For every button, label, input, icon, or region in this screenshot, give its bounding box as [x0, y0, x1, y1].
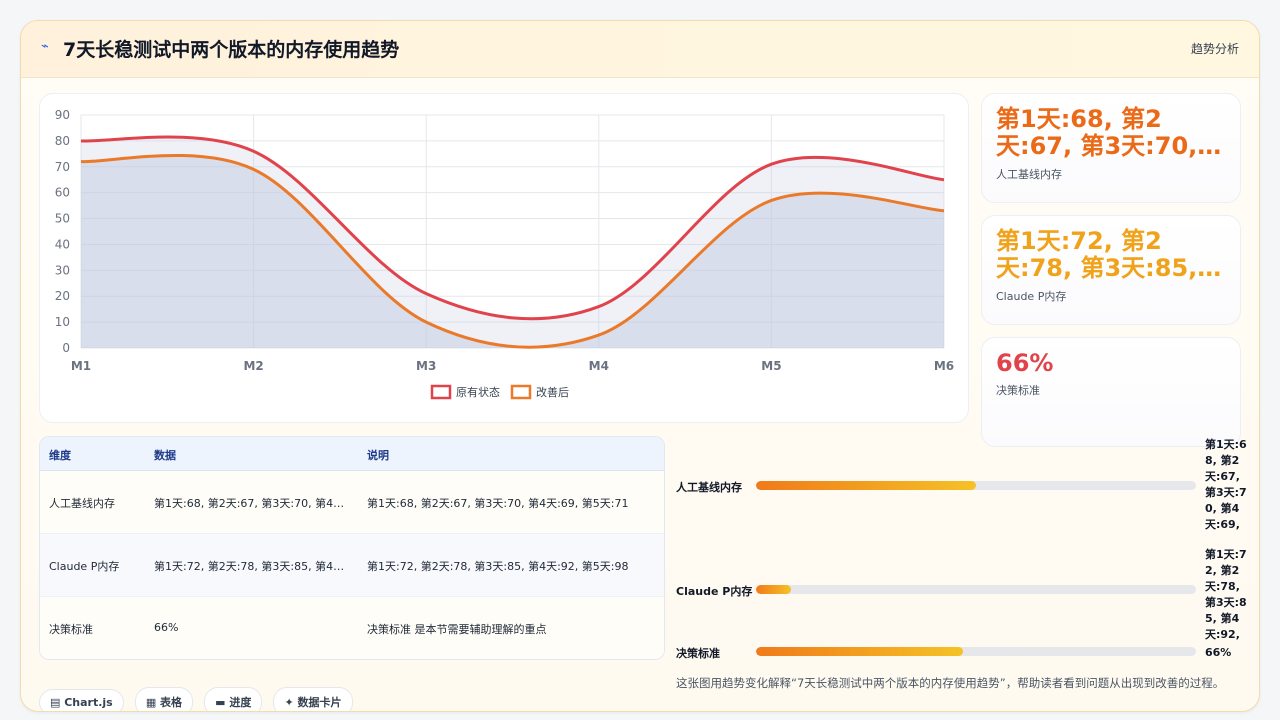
tool-chips: ▤ Chart.js ▦ 表格 ▬ 进度 ✦ 数据卡片 [39, 687, 359, 711]
x-tick-label: M5 [761, 359, 781, 373]
stat-label: 人工基线内存 [996, 168, 1062, 181]
table-cell: 第1天:72, 第2天:78, 第3天:85, 第4天:92, 第5天:98 [367, 560, 629, 573]
y-tick-label: 40 [55, 237, 70, 251]
card-header: ⌁ 7天长稳测试中两个版本的内存使用趋势 趋势分析 [21, 21, 1259, 78]
stat-value: 66% [996, 350, 1054, 377]
y-tick-label: 60 [55, 186, 70, 200]
column-header-data: 数据 [154, 449, 176, 462]
progress-label: 决策标准 [676, 647, 720, 660]
column-header-dimension: 维度 [49, 449, 71, 462]
table-row: 人工基线内存 第1天:68, 第2天:67, 第3天:70, 第4天:69, 第… [40, 471, 664, 534]
stat-card-claude-memory: 第1天:72, 第2天:78, 第3天:85, 第4天:92, 第5天:98 C… [981, 215, 1241, 325]
legend-label: 原有状态 [456, 385, 500, 399]
chart-panel: 0 10 20 30 40 50 60 70 80 90 M1 M2 M3 M4 M5 M6 原有状态 改善后 [39, 93, 969, 423]
y-tick-label: 90 [55, 108, 70, 122]
progress-label: Claude P内存 [676, 585, 753, 598]
y-tick-label: 0 [62, 341, 70, 355]
table-cell: Claude P内存 [49, 560, 120, 573]
progress-fill [756, 481, 976, 490]
y-tick-label: 10 [55, 315, 70, 329]
progress-track [756, 647, 1196, 656]
x-tick-label: M3 [416, 359, 436, 373]
x-tick-label: M1 [71, 359, 91, 373]
column-header-note: 说明 [367, 449, 389, 462]
stat-value: 第1天:72, 第2天:78, 第3天:85, 第4天:92, 第5天:98 [996, 228, 1198, 282]
report-card: ⌁ 7天长稳测试中两个版本的内存使用趋势 趋势分析 0 10 20 30 40 50 60 7… [20, 20, 1260, 712]
progress-value: 第1天:72, 第2天:78, 第3天:85, 第4天:92, 第5天:98 [1205, 548, 1247, 641]
table-cell: 第1天:72, 第2天:78, 第3天:85, 第4天:92, 第5天:98 [154, 560, 354, 573]
stat-label: 决策标准 [996, 384, 1040, 397]
progress-track [756, 585, 1196, 594]
stat-value: 第1天:68, 第2天:67, 第3天:70, 第4天:69, 第5天:71 [996, 106, 1198, 160]
progress-value: 66% [1205, 646, 1232, 659]
progress-item-decision: 决策标准 66% [676, 643, 1246, 663]
progress-value: 第1天:68, 第2天:67, 第3天:70, 第4天:69, 第5天:71 [1205, 438, 1247, 531]
progress-item-baseline: 人工基线内存 第1天:68, 第2天:67, 第3天:70, 第4天:69, 第… [676, 437, 1247, 537]
table-row: Claude P内存 第1天:72, 第2天:78, 第3天:85, 第4天:9… [40, 534, 664, 597]
chip-progress[interactable]: ▬ 进度 [204, 687, 263, 711]
legend-swatch [510, 384, 532, 400]
y-tick-label: 30 [55, 263, 70, 277]
table-cell: 决策标准 [49, 623, 93, 636]
page-title: 7天长稳测试中两个版本的内存使用趋势 [63, 39, 400, 61]
category-tag: 趋势分析 [1190, 42, 1239, 56]
table-cell: 第1天:68, 第2天:67, 第3天:70, 第4天:69, 第5天:71 [154, 497, 354, 510]
stat-label: Claude P内存 [996, 290, 1067, 303]
legend-label: 改善后 [536, 385, 569, 399]
x-tick-label: M6 [934, 359, 954, 373]
table-cell: 决策标准 是本节需要辅助理解的重点 [367, 623, 547, 636]
chip-table[interactable]: ▦ 表格 [134, 687, 194, 711]
legend-swatch [430, 384, 452, 400]
x-tick-label: M4 [589, 359, 609, 373]
progress-label: 人工基线内存 [676, 481, 742, 494]
chip-data-card[interactable]: ✦ 数据卡片 [273, 687, 353, 711]
y-tick-label: 80 [55, 134, 70, 148]
stat-card-baseline-memory: 第1天:68, 第2天:67, 第3天:70, 第4天:69, 第5天:71 人… [981, 93, 1241, 203]
memory-trend-chart: 0 10 20 30 40 50 60 70 80 90 M1 M2 M3 M4 M5 M6 原有状态 改善后 [55, 108, 954, 400]
trend-line-icon: ⌁ [41, 39, 49, 54]
data-table: 维度 数据 说明 人工基线内存 第1天:68, 第2天:67, 第3天:70, … [39, 436, 665, 660]
progress-fill [756, 585, 792, 594]
table-header: 维度 数据 说明 [40, 437, 664, 471]
chart-description: 这张图用趋势变化解释“7天长稳测试中两个版本的内存使用趋势”，帮助读者看到问题从… [676, 676, 1225, 690]
table-cell: 人工基线内存 [49, 497, 115, 510]
y-tick-label: 20 [55, 289, 70, 303]
progress-fill [756, 647, 963, 656]
table-cell: 66% [154, 621, 179, 634]
chip-chartjs[interactable]: ▤ Chart.js [39, 689, 124, 711]
y-tick-label: 50 [55, 212, 70, 226]
x-tick-label: M2 [243, 359, 263, 373]
y-tick-label: 70 [55, 160, 70, 174]
progress-track [756, 481, 1196, 490]
table-cell: 第1天:68, 第2天:67, 第3天:70, 第4天:69, 第5天:71 [367, 497, 629, 510]
progress-item-claude: Claude P内存 第1天:72, 第2天:78, 第3天:85, 第4天:9… [676, 547, 1247, 647]
stat-card-decision: 66% 决策标准 [981, 337, 1241, 447]
table-row: 决策标准 66% 决策标准 是本节需要辅助理解的重点 [40, 597, 664, 659]
